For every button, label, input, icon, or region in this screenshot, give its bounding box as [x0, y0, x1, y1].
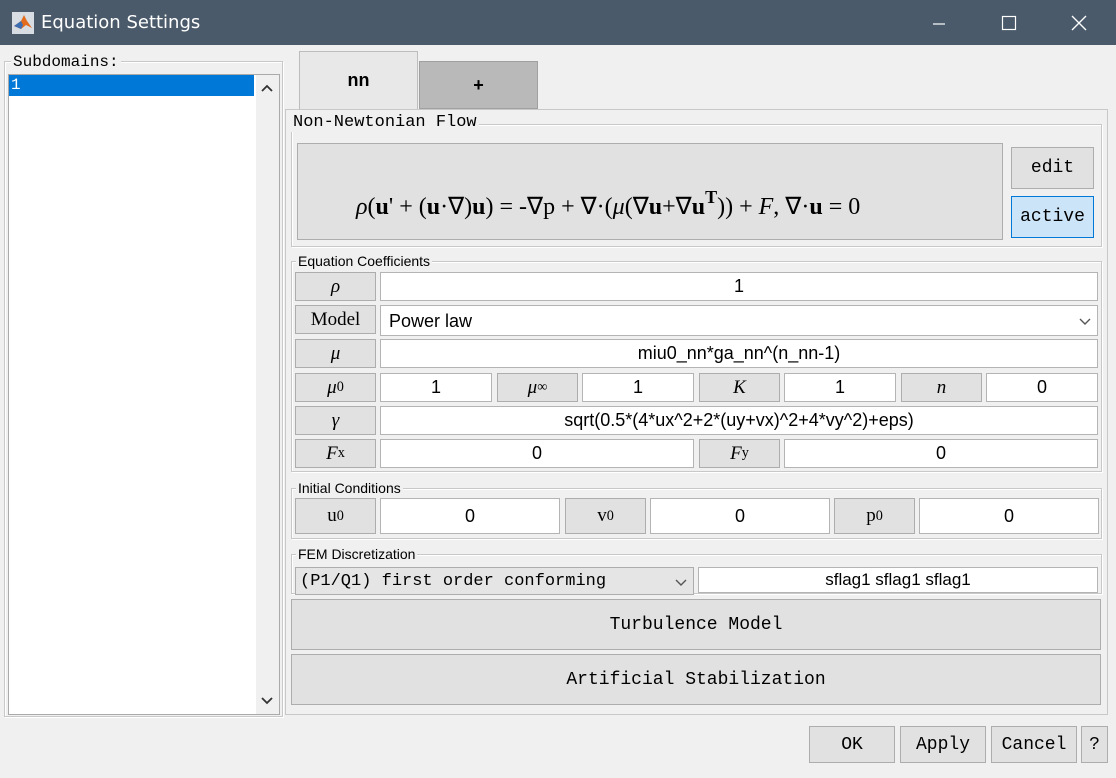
chevron-down-icon[interactable]: [1079, 316, 1091, 326]
model-select[interactable]: Power law: [380, 305, 1098, 336]
ok-button[interactable]: OK: [809, 726, 895, 763]
tab-nn[interactable]: nn: [299, 51, 418, 109]
n-input[interactable]: 0: [986, 373, 1098, 402]
fx-input[interactable]: 0: [380, 439, 694, 468]
scroll-down-icon[interactable]: [260, 696, 274, 706]
muinf-label: μ ∞: [497, 373, 578, 402]
p0-input[interactable]: 0: [919, 498, 1099, 534]
fem-title: FEM Discretization: [296, 545, 418, 563]
v0-subscript: 0: [606, 507, 614, 524]
rho-input[interactable]: 1: [380, 272, 1098, 301]
window-title: Equation Settings: [41, 12, 201, 33]
subdomain-list[interactable]: [8, 74, 280, 715]
mu-label: μ: [295, 339, 376, 368]
gamma-input[interactable]: sqrt(0.5*(4*ux^2+2*(uy+vx)^2+4*vy^2)+eps…: [380, 406, 1098, 435]
mu0-subscript: 0: [336, 379, 344, 395]
k-input[interactable]: 1: [784, 373, 896, 402]
k-label: K: [699, 373, 780, 402]
initial-conditions-title: Initial Conditions: [296, 479, 403, 497]
close-icon: [1071, 15, 1087, 30]
coefficients-title: Equation Coefficients: [296, 252, 433, 270]
chevron-down-icon[interactable]: [675, 577, 687, 587]
mu0-input[interactable]: 1: [380, 373, 492, 402]
v0-input[interactable]: 0: [650, 498, 830, 534]
muinf-subscript: ∞: [537, 379, 548, 395]
muinf-symbol: μ: [527, 376, 538, 398]
artificial-stabilization-button[interactable]: Artificial Stabilization: [291, 654, 1101, 705]
subdomains-label: Subdomains:: [11, 53, 121, 71]
u0-symbol: u: [327, 505, 337, 526]
scroll-up-icon[interactable]: [260, 83, 274, 93]
minimize-button[interactable]: [910, 0, 968, 45]
p0-symbol: p: [866, 505, 876, 526]
edit-button[interactable]: edit: [1011, 147, 1094, 189]
turbulence-model-button[interactable]: Turbulence Model: [291, 599, 1101, 650]
flow-title: Non-Newtonian Flow: [291, 113, 479, 132]
fx-label: Fx: [295, 439, 376, 468]
minimize-icon: [933, 22, 945, 25]
matlab-app-icon: [12, 12, 34, 34]
fem-order-value: (P1/Q1) first order conforming: [300, 572, 607, 591]
fx-symbol: F: [326, 442, 338, 464]
mu0-symbol: μ: [327, 376, 337, 398]
u0-subscript: 0: [336, 507, 344, 524]
active-button[interactable]: active: [1011, 196, 1094, 238]
p0-subscript: 0: [875, 507, 883, 524]
maximize-button[interactable]: [980, 0, 1038, 45]
equation-display: ρ(u' + (u·∇)u) = -∇p + ∇·(μ(∇u+∇uT)) + F…: [297, 143, 1003, 240]
apply-button[interactable]: Apply: [900, 726, 986, 763]
u0-label: u0: [295, 498, 376, 534]
fy-label: Fy: [699, 439, 780, 468]
gamma-label: γ: [295, 406, 376, 435]
subdomain-item[interactable]: 1: [9, 75, 254, 96]
v0-label: v0: [565, 498, 646, 534]
fy-symbol: F: [730, 442, 742, 464]
fy-subscript: y: [741, 445, 749, 461]
mu-input[interactable]: miu0_nn*ga_nn^(n_nn-1): [380, 339, 1098, 368]
maximize-icon: [1001, 15, 1017, 30]
model-label: Model: [295, 305, 376, 334]
fem-flags-input[interactable]: sflag1 sflag1 sflag1: [698, 567, 1098, 593]
v0-symbol: v: [597, 505, 607, 526]
cancel-button[interactable]: Cancel: [991, 726, 1077, 763]
equation-text: ρ(u' + (u·∇)u) = -∇p + ∇·(μ(∇u+∇uT)) + F…: [356, 187, 861, 220]
close-button[interactable]: [1050, 0, 1108, 45]
u0-input[interactable]: 0: [380, 498, 560, 534]
list-scrollbar[interactable]: [256, 75, 279, 714]
help-button[interactable]: ?: [1081, 726, 1108, 763]
p0-label: p0: [834, 498, 915, 534]
mu0-label: μ0: [295, 373, 376, 402]
model-selected-value: Power law: [389, 311, 473, 331]
muinf-input[interactable]: 1: [582, 373, 694, 402]
rho-label: ρ: [295, 272, 376, 301]
tab-add[interactable]: +: [419, 61, 538, 109]
fy-input[interactable]: 0: [784, 439, 1098, 468]
fem-order-select[interactable]: (P1/Q1) first order conforming: [295, 567, 694, 595]
n-label: n: [901, 373, 982, 402]
fx-subscript: x: [337, 445, 345, 461]
